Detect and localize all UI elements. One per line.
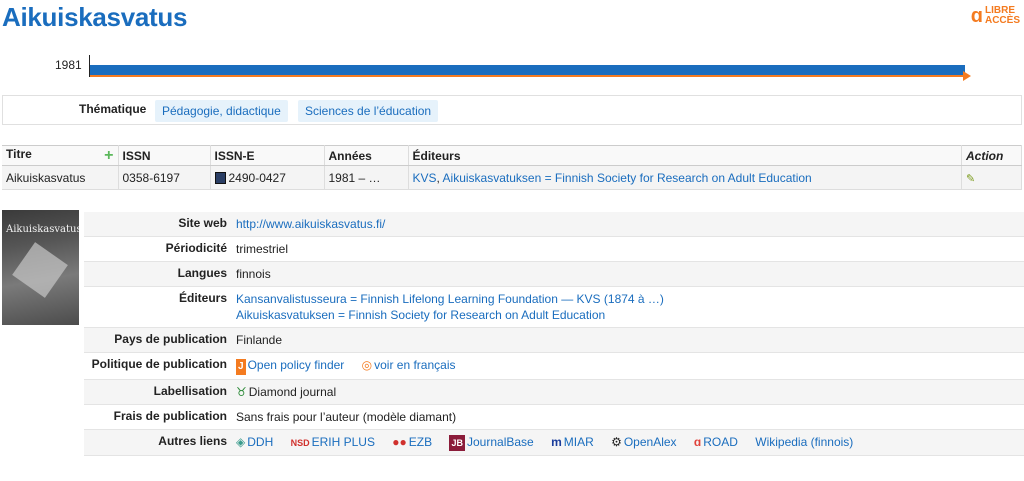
tag-sciences-education[interactable]: Sciences de l’éducation [298,100,439,122]
thematique-box: Thématique Pédagogie, didactique Science… [2,95,1022,125]
timeline-arrow-icon [963,71,971,81]
thematique-label: Thématique [79,102,147,116]
journal-table: Titre + ISSN ISSN-E Années Éditeurs Actio… [2,145,1022,190]
row-site-web: Site web http://www.aikuiskasvatus.fi/ [84,212,1024,237]
row-periodicite: Périodicité trimestriel [84,237,1024,262]
timeline: 1981 [0,55,1024,85]
timeline-start-year: 1981 [55,58,82,72]
journalbase-icon: JB [449,435,465,451]
cell-titre: Aikuiskasvatus [2,165,119,190]
edit-pencil-icon[interactable]: ✎ [966,173,975,185]
cell-annees: 1981 – … [324,165,409,190]
ddh-icon: ◈ [236,435,246,449]
col-annees: Années [324,145,409,166]
link-miar[interactable]: MIAR [564,434,594,450]
editeur-link-kvs[interactable]: KVS [413,171,437,185]
cell-action: ✎ [961,165,1022,190]
journal-cover-image: Aikuiskasvatus [2,210,79,325]
editeur-link-aikuiskasvatuksen[interactable]: Aikuiskasvatuksen = Finnish Society for … [443,171,812,185]
link-road[interactable]: ROAD [703,434,738,450]
badge-line2: ACCÈS [984,15,1020,26]
page-title: Aikuiskasvatus [2,2,188,32]
details-panel: Site web http://www.aikuiskasvatus.fi/ P… [84,212,1024,456]
miar-icon: m [551,435,562,449]
link-wikipedia[interactable]: Wikipedia (finnois) [755,434,853,450]
openalex-icon: ⚙ [611,435,622,449]
row-frais: Frais de publication Sans frais pour l’a… [84,405,1024,430]
editeur-link-kansanvalistusseura[interactable]: Kansanvalistusseura = Finnish Lifelong L… [236,291,664,307]
ezb-icon: ●● [392,435,407,449]
open-policy-finder-icon: J [236,359,246,375]
col-editeurs: Éditeurs [408,145,962,166]
open-access-icon: ɑ [970,5,983,27]
timeline-line [90,75,965,77]
link-ddh[interactable]: DDH [247,434,273,450]
erih-plus-icon: NSD [290,438,310,448]
row-labellisation: Labellisation ♉ Diamond journal [84,380,1024,405]
cover-title: Aikuiskasvatus [6,224,79,235]
cell-issn: 0358-6197 [118,165,211,190]
site-web-link[interactable]: http://www.aikuiskasvatus.fi/ [236,216,385,232]
col-action: Action [961,145,1022,166]
link-journalbase[interactable]: JournalBase [467,434,534,450]
open-policy-finder-link[interactable]: Open policy finder [248,357,345,373]
row-autres-liens: Autres liens ◈ DDH NSD ERIH PLUS ●● EZB JB J… [84,430,1024,456]
timeline-bar[interactable] [90,65,965,75]
libre-acces-badge: ɑ LIBRE ACCÈS [970,5,1020,27]
cell-editeurs: KVS, Aikuiskasvatuksen = Finnish Society… [408,165,962,190]
link-openalex[interactable]: OpenAlex [624,434,677,450]
editeur-link-aikuiskasvatuksen-2[interactable]: Aikuiskasvatuksen = Finnish Society for … [236,307,605,323]
cell-issn-e: 2490-0427 [210,165,325,190]
issn-e-icon [214,171,226,184]
table-row: Aikuiskasvatus 0358-6197 2490-0427 1981 … [2,165,1022,190]
voir-en-francais-link[interactable]: voir en français [374,357,455,373]
french-policy-icon: ◎ [361,358,373,372]
tag-pedagogie[interactable]: Pédagogie, didactique [155,100,288,122]
diamond-journal-icon: ♉ [236,385,247,399]
row-politique: Politique de publication J Open policy fi… [84,353,1024,380]
link-erih-plus[interactable]: ERIH PLUS [312,434,375,450]
add-icon[interactable]: + [104,147,113,165]
col-issn-e: ISSN-E [210,145,325,166]
col-titre: Titre + [2,145,119,166]
row-pays: Pays de publication Finlande [84,328,1024,353]
row-langues: Langues finnois [84,262,1024,287]
link-ezb[interactable]: EZB [409,434,432,450]
road-icon: ɑ [693,435,702,449]
row-editeurs: Éditeurs Kansanvalistusseura = Finnish L… [84,287,1024,328]
col-issn: ISSN [118,145,211,166]
